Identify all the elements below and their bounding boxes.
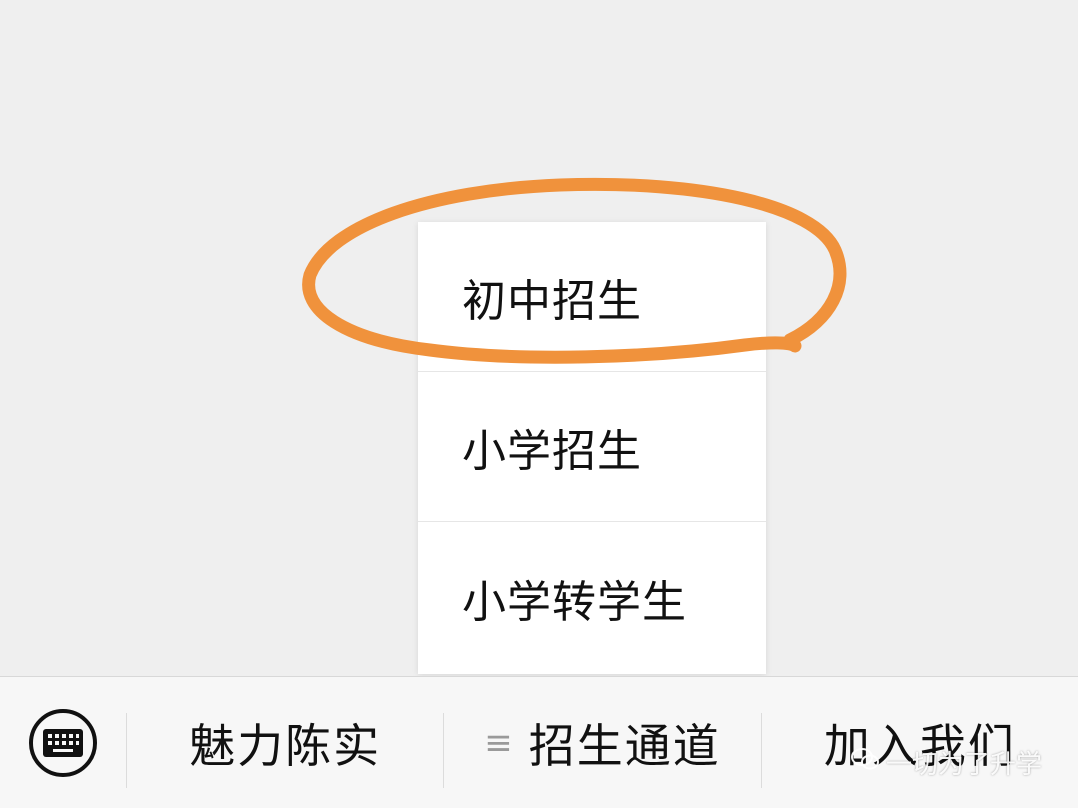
submenu-item-junior-high[interactable]: 初中招生 [418, 222, 766, 372]
keyboard-toggle-button[interactable] [0, 677, 126, 808]
keyboard-icon [29, 708, 97, 777]
menu-button-label: 魅力陈实 [189, 718, 382, 773]
menu-button-label: 加入我们 [823, 718, 1016, 773]
submenu-popup: 初中招生 小学招生 小学转学生 [418, 222, 766, 674]
submenu-item-label: 小学招生 [462, 425, 642, 477]
submenu-item-primary[interactable]: 小学招生 [418, 372, 766, 522]
list-icon: ≡ [484, 722, 515, 763]
submenu-item-label: 小学转学生 [462, 577, 687, 628]
submenu-item-transfer[interactable]: 小学转学生 [418, 522, 766, 674]
menu-button-join-us[interactable]: 加入我们 [762, 677, 1078, 808]
menu-bar: 魅力陈实 ≡ 招生通道 加入我们 [0, 676, 1078, 808]
submenu-item-label: 初中招生 [462, 275, 642, 327]
menu-button-label: 招生通道 [528, 718, 721, 773]
menu-button-charm[interactable]: 魅力陈实 [127, 677, 443, 808]
menu-button-admissions[interactable]: ≡ 招生通道 [444, 677, 760, 808]
